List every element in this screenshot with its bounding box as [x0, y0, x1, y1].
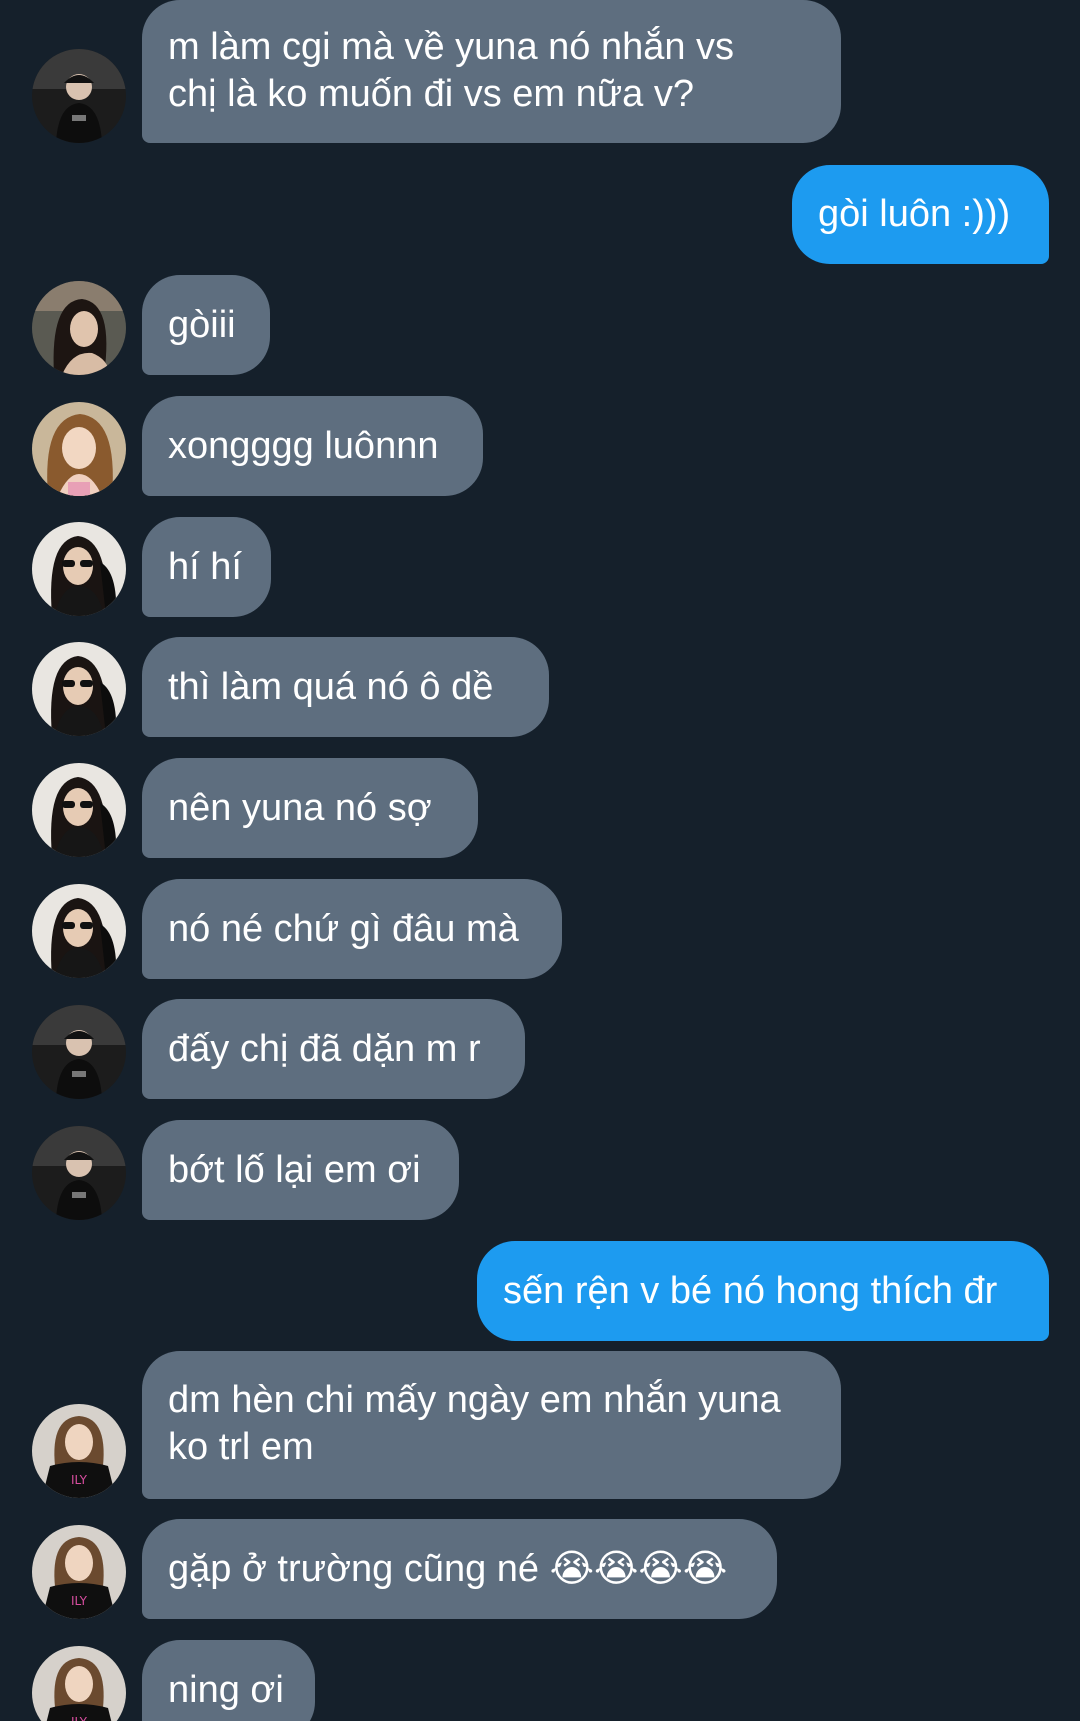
avatar-sunglasses[interactable] [32, 763, 126, 857]
incoming-message-bubble[interactable]: đấy chị đã dặn m r [142, 999, 525, 1099]
avatar-dark-cap[interactable] [32, 1005, 126, 1099]
message-row: ILY dm hèn chi mấy ngày em nhắn yuna ko … [0, 1351, 1080, 1499]
avatar-portrait-b[interactable] [32, 402, 126, 496]
message-row: bớt lố lại em ơi [0, 1120, 1080, 1220]
avatar-sunglasses[interactable] [32, 522, 126, 616]
message-row: gòi luôn :))) [0, 165, 1080, 264]
incoming-message-bubble[interactable]: bớt lố lại em ơi [142, 1120, 459, 1220]
svg-text:ILY: ILY [71, 1473, 88, 1487]
chat-thread[interactable]: m làm cgi mà về yuna nó nhắn vs chị là k… [0, 0, 1080, 1721]
avatar-dark-cap[interactable] [32, 49, 126, 143]
incoming-message-bubble[interactable]: thì làm quá nó ô dề [142, 637, 549, 737]
message-row: sến rện v bé nó hong thích đr [0, 1241, 1080, 1341]
avatar-sunglasses[interactable] [32, 642, 126, 736]
message-row: ILY ning ơi [0, 1640, 1080, 1721]
message-row: hí hí [0, 517, 1080, 617]
avatar-crop-top[interactable]: ILY [32, 1525, 126, 1619]
message-row: xongggg luônnn [0, 396, 1080, 496]
incoming-message-bubble[interactable]: nó né chứ gì đâu mà [142, 879, 562, 979]
incoming-message-bubble[interactable]: m làm cgi mà về yuna nó nhắn vs chị là k… [142, 0, 841, 143]
avatar-crop-top[interactable]: ILY [32, 1646, 126, 1721]
incoming-message-bubble[interactable]: xongggg luônnn [142, 396, 483, 496]
message-row: gòiii [0, 275, 1080, 375]
incoming-message-bubble[interactable]: nên yuna nó sợ [142, 758, 478, 858]
avatar-sunglasses[interactable] [32, 884, 126, 978]
outgoing-message-bubble[interactable]: gòi luôn :))) [792, 165, 1049, 264]
incoming-message-bubble[interactable]: ning ơi [142, 1640, 315, 1721]
message-row: đấy chị đã dặn m r [0, 999, 1080, 1099]
avatar-dark-cap[interactable] [32, 1126, 126, 1220]
avatar-crop-top[interactable]: ILY [32, 1404, 126, 1498]
incoming-message-bubble[interactable]: hí hí [142, 517, 271, 617]
outgoing-message-bubble[interactable]: sến rện v bé nó hong thích đr [477, 1241, 1049, 1341]
avatar-portrait-a[interactable] [32, 281, 126, 375]
incoming-message-bubble[interactable]: dm hèn chi mấy ngày em nhắn yuna ko trl … [142, 1351, 841, 1499]
message-row: nên yuna nó sợ [0, 758, 1080, 858]
message-row: nó né chứ gì đâu mà [0, 879, 1080, 979]
svg-text:ILY: ILY [71, 1594, 88, 1608]
message-row: ILY gặp ở trường cũng né 😭😭😭😭 [0, 1519, 1080, 1619]
svg-text:ILY: ILY [71, 1715, 88, 1721]
incoming-message-bubble[interactable]: gặp ở trường cũng né 😭😭😭😭 [142, 1519, 777, 1619]
message-row: thì làm quá nó ô dề [0, 637, 1080, 737]
message-row: m làm cgi mà về yuna nó nhắn vs chị là k… [0, 0, 1080, 145]
incoming-message-bubble[interactable]: gòiii [142, 275, 270, 375]
